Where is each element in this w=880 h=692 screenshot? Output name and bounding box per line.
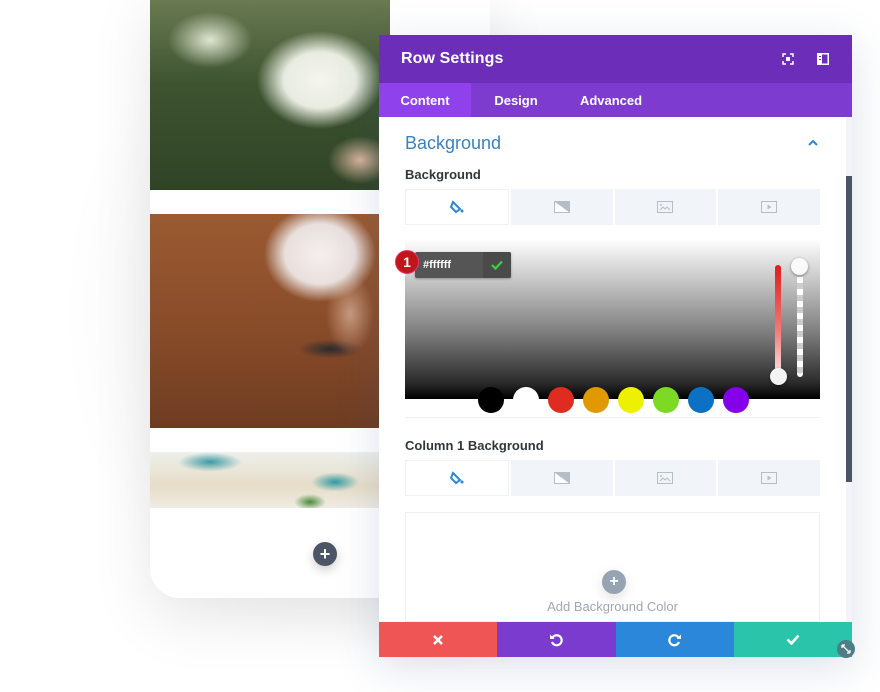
background-type-tabs (405, 189, 820, 225)
focus-icon[interactable] (781, 52, 795, 66)
cancel-button[interactable] (379, 622, 498, 657)
hue-slider-handle[interactable] (770, 368, 787, 385)
hue-slider[interactable] (775, 265, 781, 375)
sidebar-layout-icon[interactable] (816, 52, 830, 66)
background-label: Background (405, 167, 481, 182)
tab-design[interactable]: Design (471, 83, 561, 117)
modal-title: Row Settings (401, 50, 504, 67)
gradient-icon (553, 472, 570, 484)
swatch-white[interactable] (513, 387, 539, 413)
swatch-blue[interactable] (688, 387, 714, 413)
color-picker[interactable]: 1 #ffffff (395, 239, 820, 413)
bg-tab-gradient[interactable] (510, 189, 613, 225)
divider (405, 417, 820, 418)
video-icon (761, 472, 778, 484)
tab-content[interactable]: Content (379, 83, 471, 117)
redo-button[interactable] (615, 622, 734, 657)
chevron-up-icon (806, 136, 820, 150)
bouquet-photo (150, 0, 390, 190)
section-title: Background (405, 132, 502, 153)
column-background-type-tabs (405, 460, 820, 496)
plus-icon: + (609, 573, 619, 590)
check-icon (491, 260, 503, 270)
add-background-color-area: + Add Background Color (405, 512, 820, 622)
swatch-purple[interactable] (723, 387, 749, 413)
opacity-slider[interactable] (797, 265, 803, 377)
plus-icon: + (319, 544, 331, 564)
hex-input[interactable]: #ffffff (415, 252, 511, 278)
bg-tab-color[interactable] (405, 189, 509, 225)
paint-bucket-icon (449, 471, 464, 485)
tab-advanced[interactable]: Advanced (561, 83, 661, 117)
undo-button[interactable] (497, 622, 616, 657)
redo-icon (667, 633, 681, 646)
modal-header: Row Settings (379, 35, 852, 83)
modal-footer (379, 622, 852, 657)
swatch-orange[interactable] (583, 387, 609, 413)
column-background-label: Column 1 Background (405, 438, 544, 453)
background-section-toggle[interactable]: Background (405, 131, 820, 155)
add-background-color-button[interactable]: + (602, 570, 626, 594)
row-settings-modal: Row Settings Content Design Advanced Bac… (379, 35, 852, 657)
image-icon (657, 472, 674, 484)
opacity-slider-handle[interactable] (791, 258, 808, 275)
swatch-black[interactable] (478, 387, 504, 413)
swatch-yellow[interactable] (618, 387, 644, 413)
gradient-icon (553, 201, 570, 213)
image-icon (657, 201, 674, 213)
confirm-color-button[interactable] (483, 252, 511, 278)
paint-bucket-icon (449, 200, 464, 214)
tab-bar: Content Design Advanced (379, 83, 852, 117)
save-icon (786, 634, 800, 645)
resize-handle[interactable] (837, 640, 855, 658)
undo-icon (550, 633, 564, 646)
bg-tab-video[interactable] (718, 189, 820, 225)
bg-tab-image[interactable] (614, 189, 717, 225)
table-decor-photo (150, 452, 390, 508)
shoes-photo (150, 214, 390, 428)
hex-value[interactable]: #ffffff (415, 259, 483, 271)
modal-body: Background Background 1 #ffffff Column 1… (379, 117, 852, 622)
resize-icon (841, 644, 851, 654)
col-bg-tab-gradient[interactable] (510, 460, 613, 496)
video-icon (761, 201, 778, 213)
color-swatches (478, 387, 749, 413)
step-badge: 1 (395, 250, 419, 274)
col-bg-tab-video[interactable] (718, 460, 820, 496)
cancel-icon (433, 634, 444, 645)
add-module-button[interactable]: + (313, 542, 337, 566)
save-button[interactable] (733, 622, 852, 657)
swatch-red[interactable] (548, 387, 574, 413)
add-background-color-label[interactable]: Add Background Color (406, 599, 819, 614)
col-bg-tab-image[interactable] (614, 460, 717, 496)
col-bg-tab-color[interactable] (405, 460, 509, 496)
swatch-green[interactable] (653, 387, 679, 413)
